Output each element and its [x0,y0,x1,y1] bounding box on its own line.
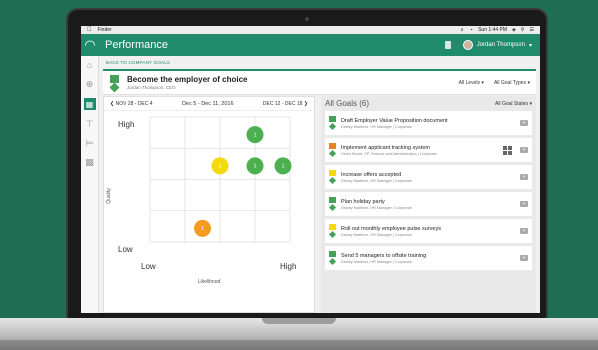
screen:  Finder ♬ ⋆ Sun 1:44 PM ◈ ⚲ ☰ ◠ Perform… [81,26,540,313]
goal-types-filter[interactable]: All Goal Types ▾ [494,80,530,86]
goal-status-icon [328,170,337,185]
goal-item-owner: Dewey Martinez, HR Manager | Corporate [341,124,412,129]
matrix-point-count: 1 [201,226,204,232]
laptop-shadow [0,340,598,350]
home-icon[interactable]: ⌂ [85,60,95,70]
user-menu[interactable]: Jordan Thompson ▾ [444,40,532,50]
current-week: Dec 5 - Dec 11, 2016 [181,100,234,107]
goal-item-title: Increase offers accepted [341,171,402,178]
matrix-point-count: 1 [254,164,257,170]
laptop-notch [262,318,336,324]
chevron-down-icon[interactable]: ▾ [529,42,532,49]
x-axis-title: Likelihood [198,279,221,285]
y-axis-title: Quality [106,188,112,204]
goal-item-title: Draft Employer Value Proposition documen… [341,117,448,124]
mac-menubar:  Finder ♬ ⋆ Sun 1:44 PM ◈ ⚲ ☰ [81,26,540,34]
goal-status-icon [328,116,337,131]
menu-list-icon[interactable]: ☰ [530,27,534,33]
matrix-point-count: 1 [219,164,222,170]
goal-title: Become the employer of choice [127,75,248,84]
goal-status-icon [328,197,337,212]
org-chart-icon[interactable]: ⊤ [85,119,95,129]
prev-week-button[interactable]: ❮ NOV 28 - DEC 4 [110,101,153,107]
camera [305,17,309,21]
main-content: BACK TO COMPANY GOALS Become the employe… [103,58,536,313]
user-name[interactable]: Jordan Thompson [477,42,525,48]
bluetooth-icon[interactable]: ⋆ [470,27,473,33]
page-title: Performance [105,39,168,51]
target-icon[interactable]: ⊕ [85,79,95,89]
goal-item-owner: Dewey Martinez, HR Manager | Corporate [341,178,412,183]
matrix-panel: ❮ NOV 28 - DEC 4 Dec 5 - Dec 11, 2016 DE… [103,96,315,313]
add-icon[interactable]: + [520,255,528,261]
dashboard-grid-icon[interactable]: ▦ [83,98,96,110]
matrix-point-count: 1 [254,132,257,138]
goals-list-panel: All Goals (6) All Goal States ▾ Draft Em… [321,96,536,313]
add-icon[interactable]: + [520,147,528,153]
y-axis-high-label: High [118,120,134,129]
goals-list-title: All Goals (6) [325,99,370,108]
x-axis-low-label: Low [141,262,156,271]
goal-item-owner: Dewey Martinez, HR Manager | Corporate [341,232,412,237]
goal-list-item[interactable]: Draft Employer Value Proposition documen… [325,111,532,135]
matrix-grid-icon[interactable] [503,145,512,155]
hierarchy-icon[interactable]: ⊨ [85,138,95,148]
goal-header: Become the employer of choice Jordan Tho… [103,69,536,95]
back-to-company-goals-link[interactable]: BACK TO COMPANY GOALS [106,60,536,65]
add-icon[interactable]: + [520,228,528,234]
goal-list-item[interactable]: Implement applicant tracking system Helen… [325,138,532,162]
goal-list-item[interactable]: Roll out monthly employee pulse surveys D… [325,219,532,243]
matrix-point-count: 1 [282,164,285,170]
goal-list-item[interactable]: Increase offers accepted Dewey Martinez, … [325,165,532,189]
document-icon[interactable] [444,41,451,49]
quality-likelihood-matrix: 1 1 1 1 1 High Low Low High Likelihood Quali… [106,116,296,285]
app-header: ◠ Performance Jordan Thompson ▾ [81,34,540,56]
goal-owner: Jordan Thompson, CEO [127,85,176,90]
goal-item-title: Send 5 managers to offsite training [341,252,427,259]
goal-status-icon [328,143,337,158]
add-icon[interactable]: + [520,174,528,180]
bar-chart-icon[interactable]: ▩ [85,157,95,167]
goal-item-owner: Dewey Martinez, HR Manager | Corporate [341,259,412,264]
app-logo-icon[interactable]: ◠ [81,34,99,56]
goal-status-icon [328,224,337,239]
avatar[interactable] [462,40,473,50]
goal-list-item[interactable]: Send 5 managers to offsite training Dewey… [325,246,532,270]
next-week-button[interactable]: DEC 12 - DEC 18 ❯ [263,101,308,107]
sidebar: ⌂ ⊕ ▦ ⊤ ⊨ ▩ [81,56,99,313]
add-icon[interactable]: + [520,201,528,207]
add-icon[interactable]: + [520,120,528,126]
goal-item-owner: Helen Beard, VP, Finance and Administrat… [341,151,437,156]
week-navigator: ❮ NOV 28 - DEC 4 Dec 5 - Dec 11, 2016 DE… [104,97,314,111]
menubar-clock[interactable]: Sun 1:44 PM [478,27,507,33]
goal-status-icon [328,251,337,266]
goal-item-title: Implement applicant tracking system [341,144,430,151]
menubar-app-name[interactable]: Finder [98,27,112,33]
volume-icon[interactable]: ♬ [460,27,465,33]
wifi-icon[interactable]: ◈ [512,27,516,33]
apple-icon[interactable]:  [87,27,92,33]
goal-list-item[interactable]: Plan holiday party Dewey Martinez, HR Man… [325,192,532,216]
goal-states-filter[interactable]: All Goal States ▾ [495,101,532,107]
x-axis-high-label: High [280,262,296,271]
goal-item-title: Plan holiday party [341,198,385,205]
spotlight-icon[interactable]: ⚲ [521,27,525,33]
goal-item-owner: Dewey Martinez, HR Manager | Corporate [341,205,412,210]
y-axis-low-label: Low [118,245,133,254]
goal-status-icon [109,74,120,92]
goal-item-title: Roll out monthly employee pulse surveys [341,225,441,232]
levels-filter[interactable]: All Levels ▾ [459,80,484,86]
